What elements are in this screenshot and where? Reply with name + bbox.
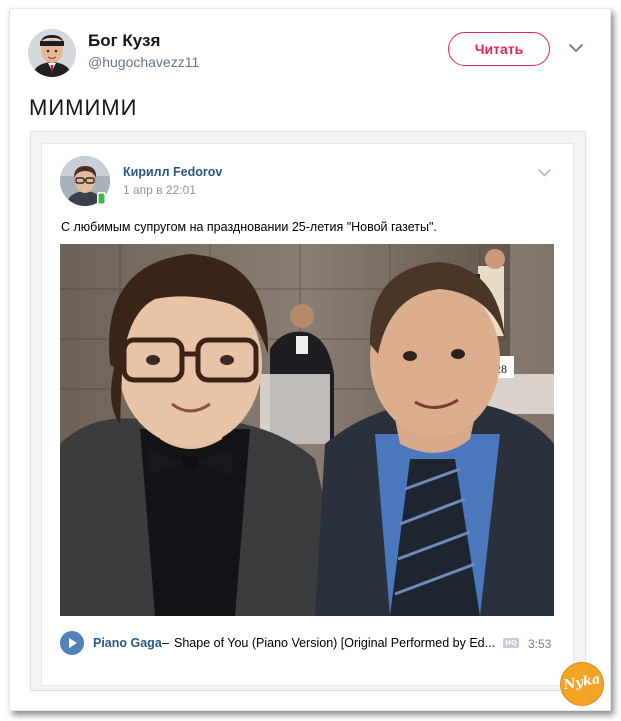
audio-attachment: Piano Gaga – Shape of You (Piano Version… bbox=[60, 630, 554, 656]
play-button[interactable] bbox=[60, 631, 84, 655]
chevron-down-icon[interactable] bbox=[537, 168, 552, 178]
audio-title[interactable]: Shape of You (Piano Version) [Original P… bbox=[174, 636, 494, 650]
vk-author-name[interactable]: Кирилл Fedorov bbox=[123, 165, 222, 179]
chevron-down-icon[interactable] bbox=[568, 42, 584, 54]
author-avatar[interactable] bbox=[28, 29, 76, 77]
vk-post-text: С любимым супругом на праздновании 25-ле… bbox=[61, 220, 437, 234]
play-icon bbox=[69, 638, 77, 648]
audio-separator: – bbox=[162, 636, 169, 650]
follow-button[interactable]: Читать bbox=[448, 32, 550, 66]
audio-duration: 3:53 bbox=[528, 637, 552, 651]
post-photo[interactable]: 28 bbox=[60, 244, 554, 616]
site-logo: Nyka bbox=[560, 662, 604, 706]
author-name[interactable]: Бог Кузя bbox=[88, 31, 160, 51]
vk-post-date[interactable]: 1 апр в 22:01 bbox=[123, 183, 196, 197]
audio-artist[interactable]: Piano Gaga bbox=[93, 636, 162, 650]
author-avatar-image bbox=[28, 29, 76, 77]
selfie-photo-image: 28 bbox=[60, 244, 554, 616]
mobile-online-icon bbox=[97, 192, 106, 205]
tweet-text: МИМИМИ bbox=[29, 95, 138, 120]
site-logo-text: Nyka bbox=[562, 671, 602, 694]
author-handle[interactable]: @hugochavezz11 bbox=[88, 54, 199, 70]
hq-badge: HQ bbox=[503, 638, 519, 648]
